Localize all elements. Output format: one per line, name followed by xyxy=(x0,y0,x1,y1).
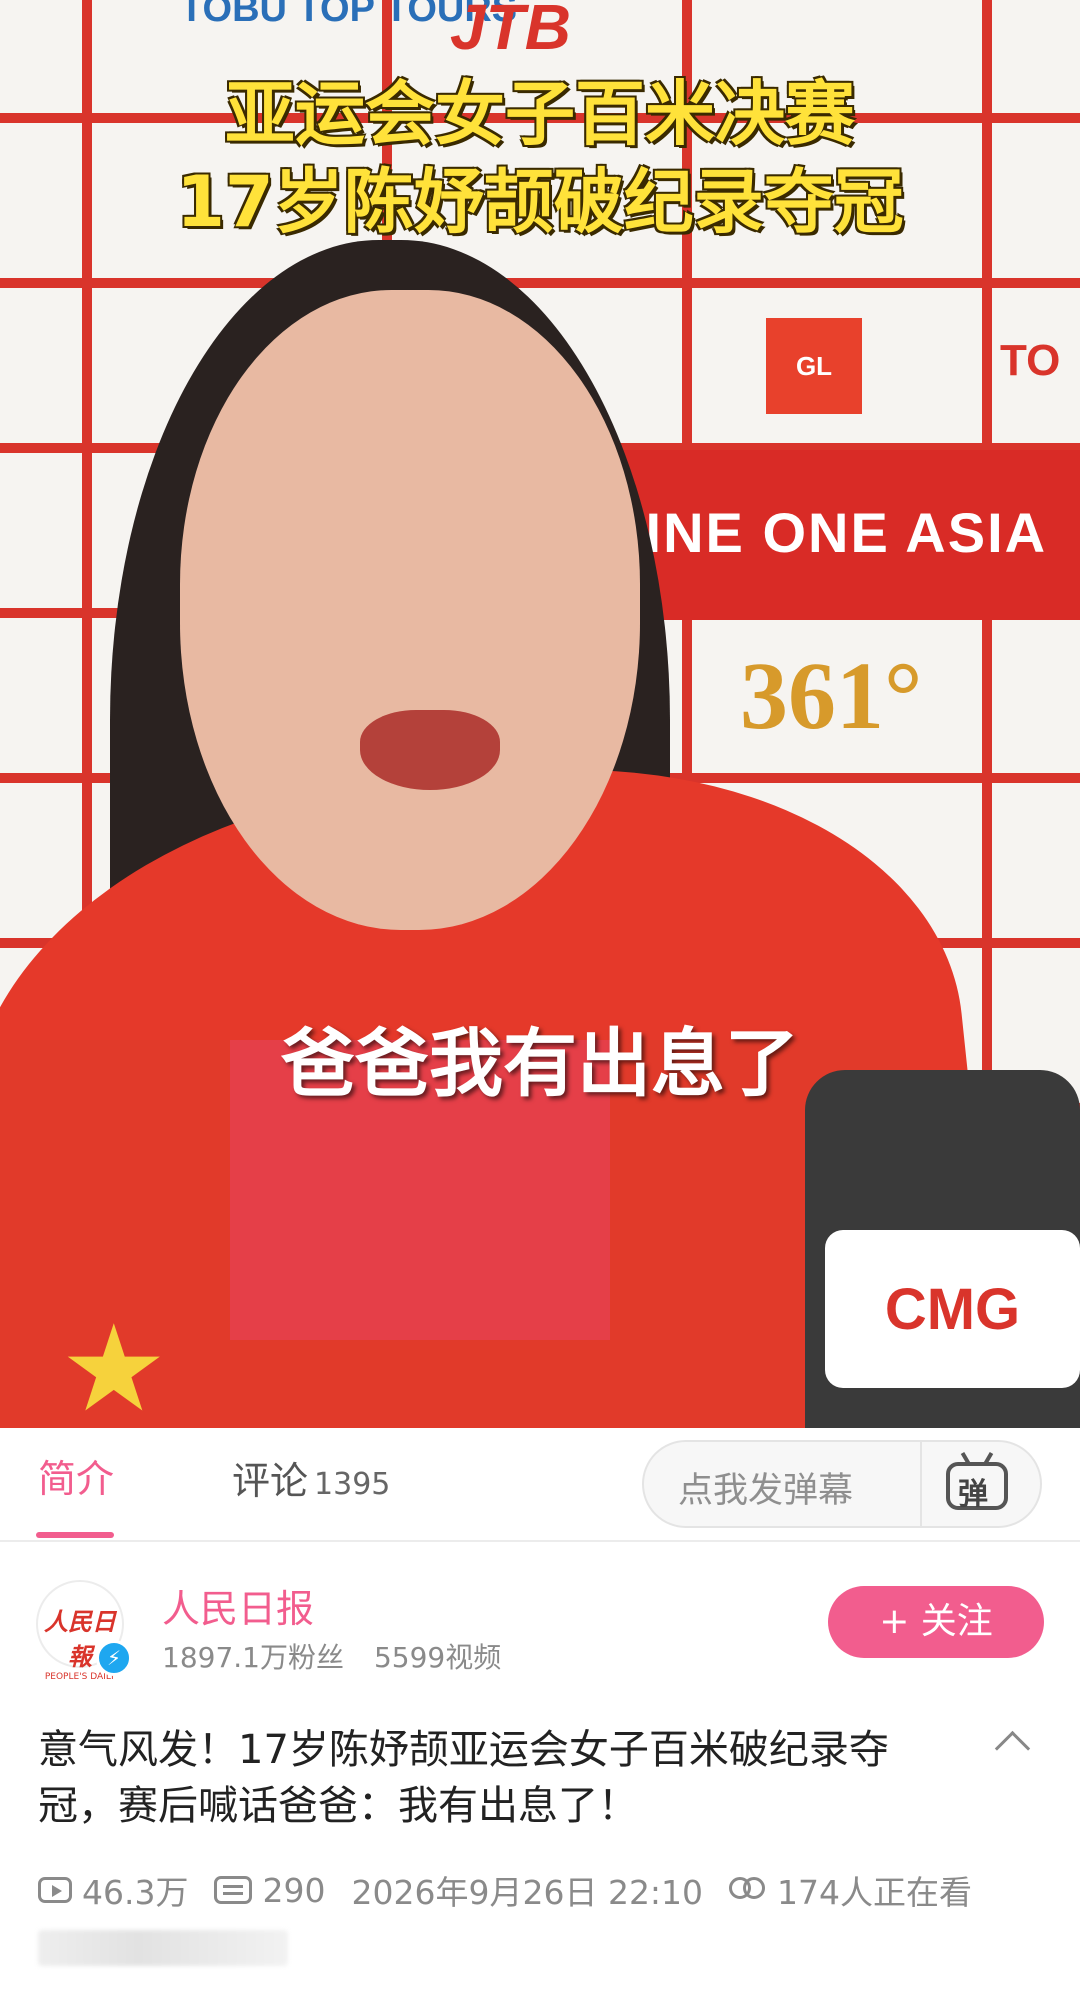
sponsor-asia: GINE ONE ASIA xyxy=(600,501,1048,564)
sponsor-gl: GL events xyxy=(766,318,862,477)
blurred-text-line xyxy=(38,1930,288,1966)
post-meta: 46.3万 290 2026年9月26日 22:10 174人正在看 xyxy=(38,1866,972,1914)
follow-button[interactable]: + 关注 xyxy=(828,1586,1044,1658)
tab-active-indicator xyxy=(36,1532,114,1538)
view-count: 46.3万 xyxy=(82,1873,189,1912)
danmaku-divider xyxy=(920,1442,922,1526)
microphone-logo-box: CMG xyxy=(825,1230,1080,1388)
tab-bar: 简介 评论 1395 点我发弹幕 弹 xyxy=(0,1428,1080,1542)
uploader-videos: 5599视频 xyxy=(373,1641,502,1674)
sponsor-to: TO xyxy=(1000,336,1061,385)
expand-chevron-icon[interactable] xyxy=(994,1730,1031,1767)
athlete-mouth xyxy=(360,710,500,790)
danmaku-placeholder: 点我发弹幕 xyxy=(678,1471,854,1511)
sponsor-jtb: JTB xyxy=(450,0,571,63)
danmaku-count: 290 xyxy=(262,1870,326,1910)
danmaku-tv-icon: 弹 xyxy=(946,1462,1008,1512)
watching-count: 174人正在看 xyxy=(777,1873,973,1912)
danmaku-toggle-button[interactable]: 弹 xyxy=(944,1451,1014,1516)
video-player[interactable]: TOBU TOP TOURS JTB GL events TO GINE ONE… xyxy=(0,0,1080,1428)
video-title-overlay: 亚运会女子百米决赛 17岁陈妤颉破纪录夺冠 xyxy=(0,70,1080,246)
tab-intro[interactable]: 简介 xyxy=(38,1448,114,1503)
sponsor-361: 361° xyxy=(740,642,923,749)
uploader-stats: 1897.1万粉丝 5599视频 xyxy=(162,1636,531,1676)
video-subtitle: 爸爸我有出息了 xyxy=(281,1021,799,1107)
uploader-name[interactable]: 人民日报 xyxy=(162,1578,314,1633)
title-overlay-line2: 17岁陈妤颉破纪录夺冠 xyxy=(176,161,904,243)
publish-date: 2026年9月26日 22:10 xyxy=(351,1873,704,1912)
watching-icon xyxy=(729,1875,767,1905)
danmaku-glyph: 弹 xyxy=(958,1477,988,1512)
cmg-logo: CMG xyxy=(884,1276,1021,1342)
play-count-icon xyxy=(38,1877,72,1903)
flag-star-icon: ★ xyxy=(60,1300,168,1428)
athlete-face xyxy=(180,290,640,930)
title-overlay-line1: 亚运会女子百米决赛 xyxy=(225,73,855,155)
tab-comments-label: 评论 xyxy=(232,1459,309,1503)
verified-icon: ⚡ xyxy=(96,1640,132,1676)
uploader-followers: 1897.1万粉丝 xyxy=(162,1641,344,1674)
post-title: 意气风发！17岁陈妤颉亚运会女子百米破纪录夺冠，赛后喊话爸爸：我有出息了！ xyxy=(38,1727,889,1829)
tab-comments[interactable]: 评论 1395 xyxy=(232,1450,390,1505)
danmaku-input[interactable]: 点我发弹幕 弹 xyxy=(642,1440,1042,1528)
danmaku-count-icon xyxy=(214,1876,253,1904)
watching-icon-person2 xyxy=(743,1877,766,1899)
tab-comments-count: 1395 xyxy=(314,1467,391,1502)
